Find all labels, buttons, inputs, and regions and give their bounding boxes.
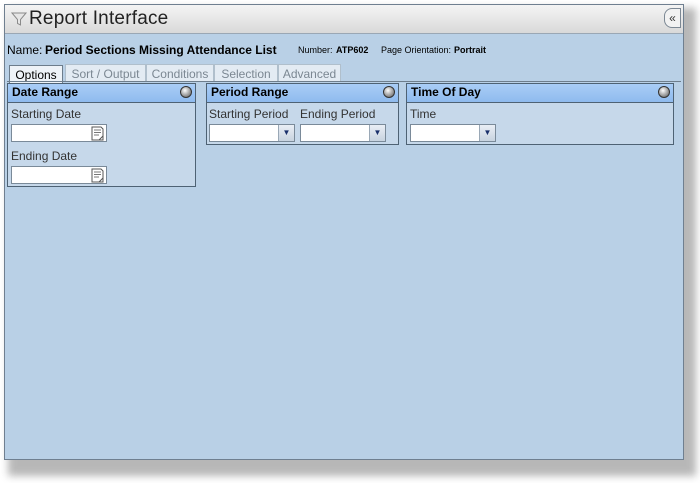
- funnel-icon: [11, 12, 27, 26]
- date-range-title: Date Range: [12, 85, 79, 99]
- collapse-button[interactable]: «: [664, 8, 681, 28]
- title-bar: Report Interface «: [5, 5, 683, 34]
- page-orientation: Portrait: [454, 45, 487, 55]
- starting-period-label: Starting Period: [209, 107, 289, 121]
- tab-advanced[interactable]: Advanced: [278, 64, 341, 82]
- chevron-down-icon[interactable]: ▼: [479, 125, 495, 141]
- report-name: Period Sections Missing Attendance List: [45, 43, 277, 57]
- time-label: Time: [410, 107, 437, 121]
- period-range-header: Period Range: [207, 84, 398, 103]
- report-info-bar: Name: Period Sections Missing Attendance…: [5, 34, 683, 64]
- time-select[interactable]: ▼: [410, 124, 496, 142]
- calendar-icon[interactable]: [90, 126, 105, 141]
- calendar-icon[interactable]: [90, 168, 105, 183]
- period-range-panel: Period Range Starting Period Ending Peri…: [206, 83, 399, 145]
- ending-date-input[interactable]: [11, 166, 107, 184]
- tab-sort-output[interactable]: Sort / Output: [65, 64, 146, 82]
- ending-period-select[interactable]: ▼: [300, 124, 386, 142]
- period-range-title: Period Range: [211, 85, 289, 99]
- tab-selection[interactable]: Selection: [214, 64, 278, 82]
- ending-period-label: Ending Period: [300, 107, 376, 121]
- ending-date-label: Ending Date: [11, 149, 78, 163]
- time-of-day-header: Time Of Day: [407, 84, 673, 103]
- starting-date-input[interactable]: [11, 124, 107, 142]
- orientation-label: Page Orientation:: [381, 45, 452, 55]
- toggle-circle-icon[interactable]: [658, 86, 670, 98]
- date-range-header: Date Range: [8, 84, 195, 103]
- tab-content-border: [7, 81, 681, 82]
- window-title: Report Interface: [29, 8, 169, 29]
- report-number: ATP602: [336, 45, 369, 55]
- chevron-down-icon[interactable]: ▼: [278, 125, 294, 141]
- toggle-circle-icon[interactable]: [383, 86, 395, 98]
- report-interface-window: Report Interface « Name: Period Sections…: [4, 4, 684, 460]
- number-label: Number:: [298, 45, 333, 55]
- tab-conditions[interactable]: Conditions: [146, 64, 214, 82]
- chevron-down-icon[interactable]: ▼: [369, 125, 385, 141]
- name-label: Name:: [7, 43, 43, 57]
- time-of-day-title: Time Of Day: [411, 85, 481, 99]
- starting-date-label: Starting Date: [11, 107, 82, 121]
- date-range-panel: Date Range Starting Date Ending Date: [7, 83, 196, 187]
- starting-period-select[interactable]: ▼: [209, 124, 295, 142]
- toggle-circle-icon[interactable]: [180, 86, 192, 98]
- time-of-day-panel: Time Of Day Time ▼: [406, 83, 674, 145]
